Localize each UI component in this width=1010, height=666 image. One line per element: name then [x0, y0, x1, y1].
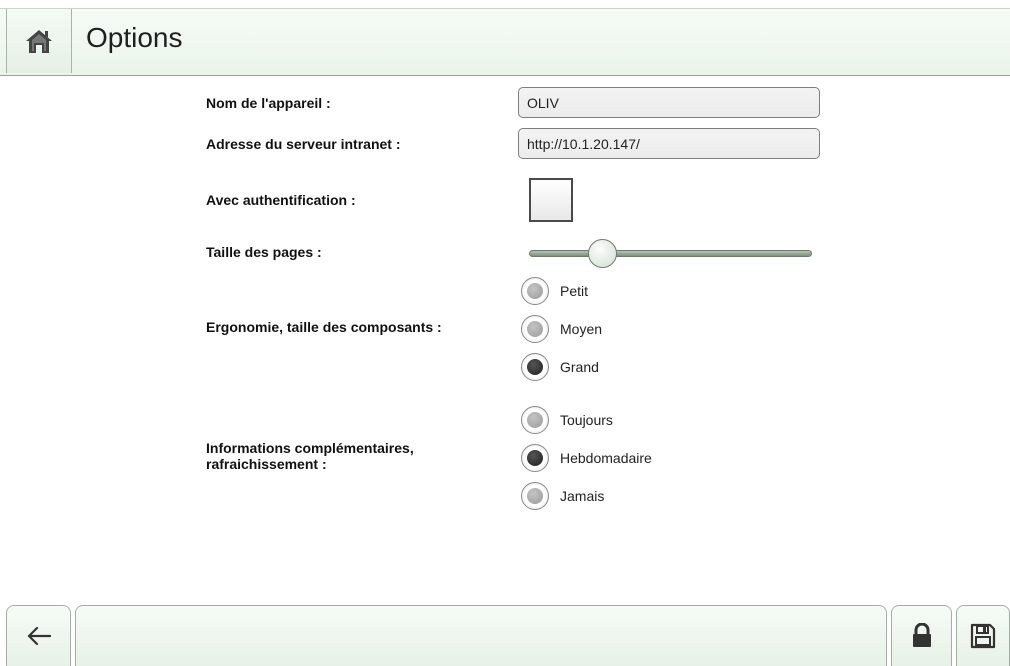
radio-label: Moyen — [560, 321, 603, 337]
page-size-slider[interactable] — [529, 239, 812, 268]
page-title: Options — [86, 22, 183, 53]
title-bar: Options — [0, 8, 1010, 76]
radio-toujours[interactable]: Toujours — [521, 406, 613, 434]
radio-label: Toujours — [560, 412, 613, 428]
radio-button[interactable] — [521, 315, 549, 343]
radio-button[interactable] — [521, 406, 549, 434]
device-name-field[interactable] — [518, 87, 820, 118]
radio-button[interactable] — [521, 482, 549, 510]
page-size-label: Taille des pages : — [206, 244, 322, 260]
radio-moyen[interactable]: Moyen — [521, 315, 602, 343]
radio-hebdomadaire[interactable]: Hebdomadaire — [521, 444, 652, 472]
lock-icon — [912, 623, 931, 647]
radio-petit[interactable]: Petit — [521, 277, 588, 305]
save-icon — [970, 623, 996, 649]
refresh-label-line2: rafraichissement : — [206, 456, 327, 472]
radio-button[interactable] — [521, 444, 549, 472]
radio-label: Jamais — [560, 488, 605, 504]
refresh-label-line1: Informations complémentaires, — [206, 440, 414, 456]
radio-label: Grand — [560, 359, 599, 375]
server-address-field[interactable] — [518, 128, 820, 159]
slider-thumb[interactable] — [588, 239, 618, 268]
home-button[interactable] — [6, 9, 72, 73]
device-name-label: Nom de l'appareil : — [206, 95, 331, 111]
back-arrow-icon — [27, 626, 51, 646]
home-icon — [26, 30, 52, 53]
radio-grand[interactable]: Grand — [521, 353, 599, 381]
refresh-label: Informations complémentaires, rafraichis… — [206, 440, 414, 472]
back-button[interactable] — [6, 605, 71, 666]
radio-jamais[interactable]: Jamais — [521, 482, 604, 510]
save-button[interactable] — [956, 605, 1010, 666]
authentication-label: Avec authentification : — [206, 192, 356, 208]
lock-button[interactable] — [891, 605, 952, 666]
authentication-checkbox[interactable] — [529, 178, 573, 222]
radio-label: Hebdomadaire — [560, 450, 652, 466]
radio-button[interactable] — [521, 277, 549, 305]
server-address-label: Adresse du serveur intranet : — [206, 136, 401, 152]
radio-button[interactable] — [521, 353, 549, 381]
radio-label: Petit — [560, 283, 589, 299]
footer-bar — [75, 605, 887, 666]
ergonomics-label: Ergonomie, taille des composants : — [206, 319, 442, 335]
